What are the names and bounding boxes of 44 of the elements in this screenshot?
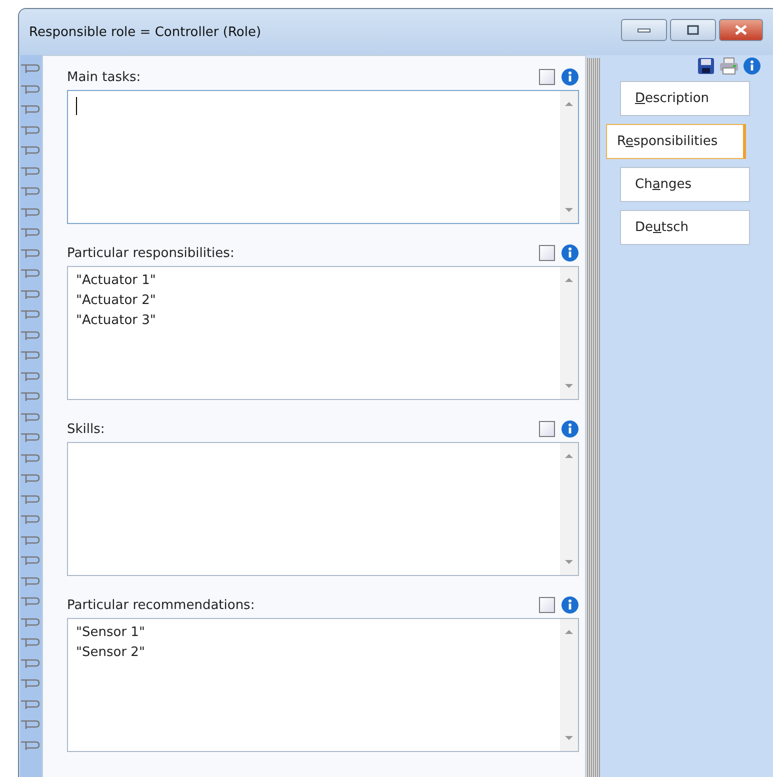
text-line: "Sensor 1" [76,624,146,642]
tab[interactable]: Changes [620,167,750,202]
up-arrow-icon[interactable] [564,277,574,283]
maximize-button[interactable] [670,19,716,41]
checkbox[interactable] [539,69,555,85]
info-icon[interactable] [561,244,579,262]
scrollbar[interactable] [560,443,578,575]
info-icon[interactable] [561,596,579,614]
info-icon[interactable] [743,57,761,75]
down-arrow-icon[interactable] [564,735,574,741]
tab[interactable]: Deutsch [620,210,750,245]
down-arrow-icon[interactable] [564,207,574,213]
text-area[interactable]: "Sensor 1" "Sensor 2" [67,618,579,752]
minimize-button[interactable] [621,19,667,41]
up-arrow-icon[interactable] [564,101,574,107]
down-arrow-icon[interactable] [564,559,574,565]
maximize-icon [686,25,700,35]
checkbox[interactable] [539,597,555,613]
scrollbar[interactable] [560,91,578,223]
text-line: "Actuator 1" [76,272,157,290]
up-arrow-icon[interactable] [564,453,574,459]
info-icon[interactable] [561,68,579,86]
field-label: Skills: [67,422,106,436]
close-button[interactable] [719,19,763,41]
text-line: "Sensor 2" [76,644,146,662]
text-line: "Actuator 3" [76,312,157,330]
field-label: Main tasks: [67,70,142,84]
tab[interactable]: Description [620,81,750,116]
field-label: Particular recommendations: [67,598,256,612]
checkbox[interactable] [539,245,555,261]
tab[interactable]: Responsibilities [606,124,746,159]
field-label: Particular responsibilities: [67,246,236,260]
text-line: "Actuator 2" [76,292,157,310]
scrollbar[interactable] [560,267,578,399]
minimize-icon [637,26,651,34]
close-icon [734,25,748,35]
checkbox[interactable] [539,421,555,437]
scrollbar[interactable] [560,619,578,751]
window-title: Responsible role = Controller (Role) [29,24,262,40]
save-icon[interactable] [697,57,715,75]
info-icon[interactable] [561,420,579,438]
up-arrow-icon[interactable] [564,629,574,635]
text-area[interactable]: "Actuator 1" "Actuator 2" "Actuator 3" [67,266,579,400]
down-arrow-icon[interactable] [564,383,574,389]
